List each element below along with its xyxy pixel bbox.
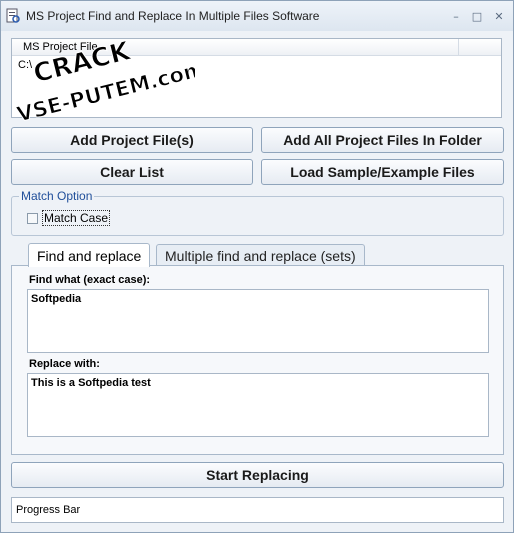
replace-with-field[interactable]: This is a Softpedia test [27, 373, 489, 437]
find-what-label: Find what (exact case): [29, 274, 151, 286]
minimize-button[interactable]: – [446, 7, 466, 25]
close-button[interactable]: ✕ [489, 7, 509, 25]
add-all-in-folder-button[interactable]: Add All Project Files In Folder [261, 127, 504, 153]
file-list[interactable]: MS Project File C:\ [11, 38, 502, 118]
column-header-ms-project-file[interactable]: MS Project File [12, 39, 459, 55]
add-project-files-button[interactable]: Add Project File(s) [11, 127, 253, 153]
clear-list-button[interactable]: Clear List [11, 159, 253, 185]
tab-find-and-replace[interactable]: Find and replace [28, 243, 151, 267]
window-title: MS Project Find and Replace In Multiple … [26, 9, 320, 23]
match-option-legend: Match Option [19, 189, 95, 203]
load-sample-files-button[interactable]: Load Sample/Example Files [261, 159, 504, 185]
find-replace-panel: Find what (exact case): Softpedia Replac… [11, 265, 504, 455]
find-what-field[interactable]: Softpedia [27, 289, 489, 353]
file-list-header: MS Project File [12, 39, 501, 56]
app-icon[interactable] [6, 8, 20, 24]
progress-bar: Progress Bar [11, 497, 504, 523]
tab-multiple-find-and-replace[interactable]: Multiple find and replace (sets) [156, 244, 365, 266]
match-case-checkbox[interactable] [27, 212, 38, 224]
replace-with-label: Replace with: [29, 358, 100, 370]
start-replacing-button[interactable]: Start Replacing [11, 462, 504, 488]
match-case-option[interactable]: Match Case [27, 210, 111, 226]
match-option-group: Match Option Match Case [11, 189, 504, 236]
app-window: MS Project Find and Replace In Multiple … [0, 0, 514, 533]
match-case-label[interactable]: Match Case [42, 210, 111, 226]
title-bar: MS Project Find and Replace In Multiple … [1, 1, 513, 31]
list-item[interactable]: C:\ [18, 59, 32, 71]
maximize-button[interactable]: □ [467, 7, 487, 25]
